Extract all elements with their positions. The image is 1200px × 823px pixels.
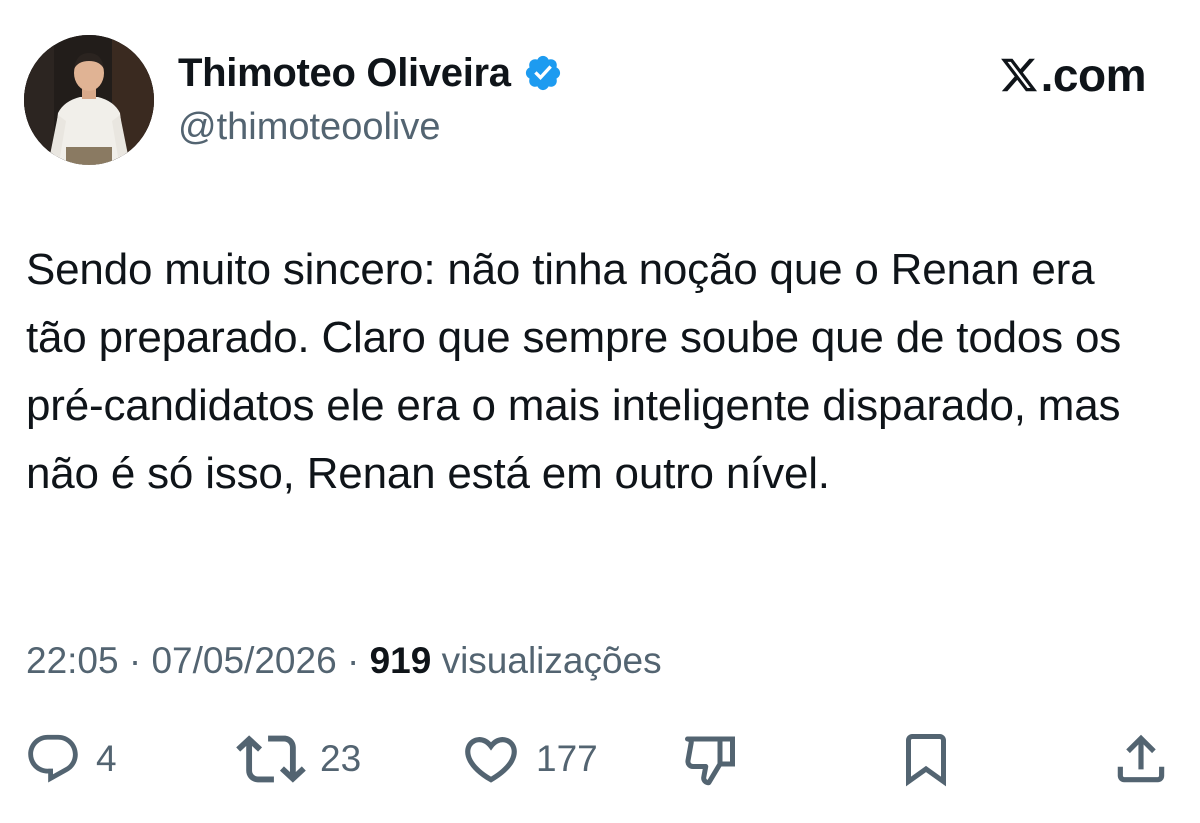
- retweet-button[interactable]: 23: [236, 724, 361, 794]
- retweet-count: 23: [320, 738, 362, 779]
- verified-badge-icon[interactable]: [523, 53, 563, 93]
- tweet-date[interactable]: 07/05/2026: [151, 640, 336, 681]
- brand-watermark: .com: [999, 48, 1147, 102]
- tweet-time[interactable]: 22:05: [26, 640, 119, 681]
- like-count: 177: [536, 738, 598, 779]
- tweet-text: Sendo muito sincero: não tinha noção que…: [26, 245, 1122, 498]
- reply-button[interactable]: 4: [24, 724, 117, 794]
- x-logo-icon: [999, 55, 1039, 95]
- author-handle[interactable]: @thimoteoolive: [178, 104, 440, 150]
- dislike-button[interactable]: [680, 724, 740, 794]
- tweet-meta: 22:05 · 07/05/2026 · 919 visualizações: [26, 636, 662, 686]
- meta-separator: ·: [128, 640, 142, 681]
- action-bar: 4 23 177: [0, 724, 1200, 794]
- display-name[interactable]: Thimoteo Oliveira: [178, 48, 511, 98]
- views-count: 919: [369, 640, 432, 681]
- views-label: visualizações: [441, 640, 662, 681]
- avatar[interactable]: [24, 35, 154, 165]
- reply-icon: [24, 730, 82, 788]
- reply-count: 4: [96, 738, 117, 779]
- like-button[interactable]: 177: [460, 724, 598, 794]
- retweet-icon: [236, 724, 306, 794]
- share-icon: [1110, 728, 1172, 790]
- brand-text: .com: [1040, 49, 1147, 101]
- heart-icon: [460, 728, 522, 790]
- bookmark-icon: [896, 729, 956, 789]
- thumbs-down-icon: [680, 729, 740, 789]
- author-name-row: Thimoteo Oliveira: [178, 48, 563, 98]
- share-button[interactable]: [1110, 724, 1172, 794]
- bookmark-button[interactable]: [896, 724, 956, 794]
- meta-separator: ·: [346, 640, 360, 681]
